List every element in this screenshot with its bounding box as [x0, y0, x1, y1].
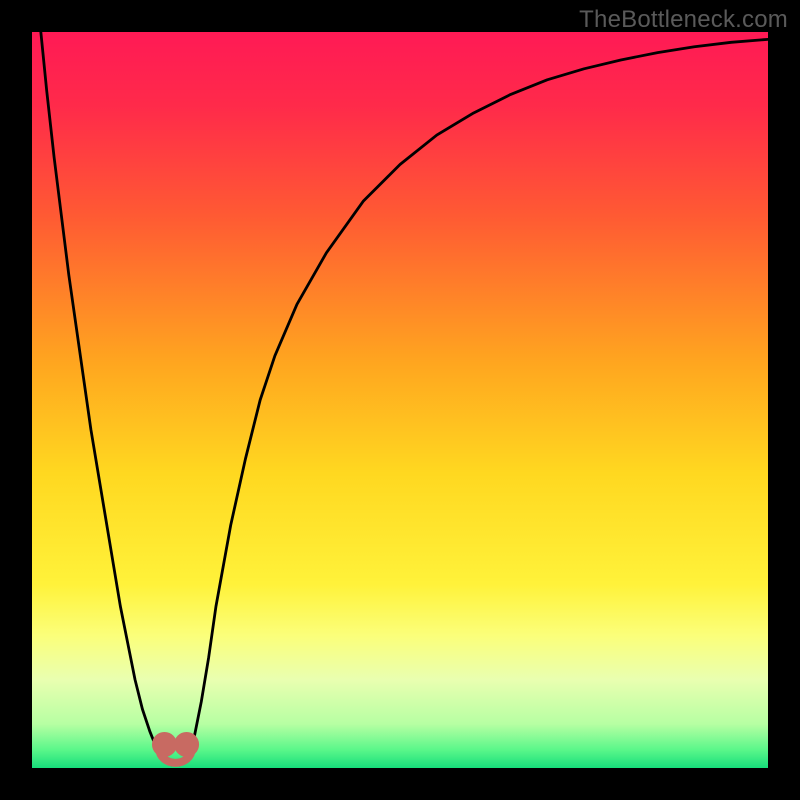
bottleneck-chart	[32, 32, 768, 768]
marker-valley-left	[152, 732, 177, 757]
chart-frame: TheBottleneck.com	[0, 0, 800, 800]
gradient-background	[32, 32, 768, 768]
plot-area	[32, 32, 768, 768]
watermark-text: TheBottleneck.com	[579, 6, 788, 34]
marker-valley-right	[174, 732, 199, 757]
